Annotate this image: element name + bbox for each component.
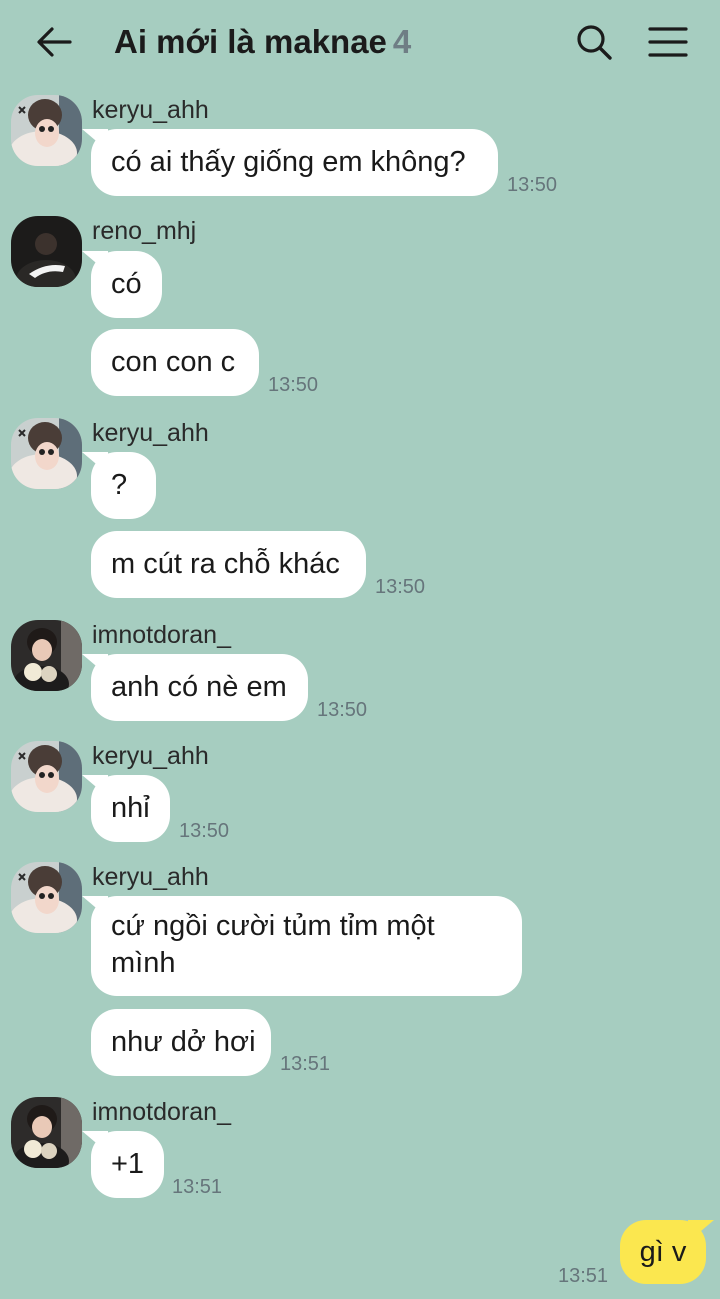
avatar-keryu-ahh[interactable] (11, 418, 82, 489)
message-time: 13:50 (507, 174, 558, 196)
back-button[interactable] (32, 20, 76, 64)
my-message-time: 13:51 (558, 1265, 609, 1287)
message-bubble[interactable]: +1 (91, 1131, 164, 1198)
avatar-imnotdoran[interactable] (11, 1097, 82, 1168)
message-bubble[interactable]: anh có nè em (91, 654, 308, 721)
chat-header: Ai mới là maknae 4 (0, 0, 720, 84)
search-icon (577, 25, 612, 60)
arrow-left-icon (37, 27, 72, 57)
message-time: 13:51 (172, 1176, 223, 1198)
message-time: 13:50 (375, 576, 426, 598)
sender-name: keryu_ahh (92, 96, 209, 124)
member-count: 4 (392, 23, 412, 60)
avatar-imnotdoran[interactable] (11, 620, 82, 691)
message-bubble[interactable]: có ai thấy giống em không? (91, 129, 498, 196)
avatar-reno-mhj[interactable] (11, 216, 82, 287)
message-bubble[interactable]: ? (91, 452, 156, 519)
chat-title: Ai mới là maknae 4 (114, 20, 411, 64)
search-button[interactable] (572, 20, 616, 64)
hamburger-menu-icon (648, 27, 688, 57)
avatar-keryu-ahh[interactable] (11, 741, 82, 812)
sender-name: keryu_ahh (92, 863, 209, 891)
message-bubble[interactable]: nhỉ (91, 775, 170, 842)
message-time: 13:51 (280, 1053, 331, 1075)
avatar-keryu-ahh[interactable] (11, 95, 82, 166)
message-time: 13:50 (317, 699, 368, 721)
message-bubble[interactable]: như dở hơi (91, 1009, 271, 1076)
sender-name: imnotdoran_ (92, 621, 231, 649)
message-bubble[interactable]: m cút ra chỗ khác (91, 531, 366, 598)
sender-name: reno_mhj (92, 217, 197, 245)
message-time: 13:50 (268, 374, 319, 396)
menu-button[interactable] (646, 20, 690, 64)
my-message-bubble[interactable]: gì v (620, 1220, 706, 1284)
sender-name: imnotdoran_ (92, 1098, 231, 1126)
message-bubble[interactable]: cứ ngồi cười tủm tỉm một mình (91, 896, 522, 996)
chat-title-text: Ai mới là maknae (114, 23, 387, 60)
sender-name: keryu_ahh (92, 742, 209, 770)
message-bubble[interactable]: con con c (91, 329, 259, 396)
message-time: 13:50 (179, 820, 230, 842)
sender-name: keryu_ahh (92, 419, 209, 447)
avatar-keryu-ahh[interactable] (11, 862, 82, 933)
message-bubble[interactable]: có (91, 251, 162, 318)
